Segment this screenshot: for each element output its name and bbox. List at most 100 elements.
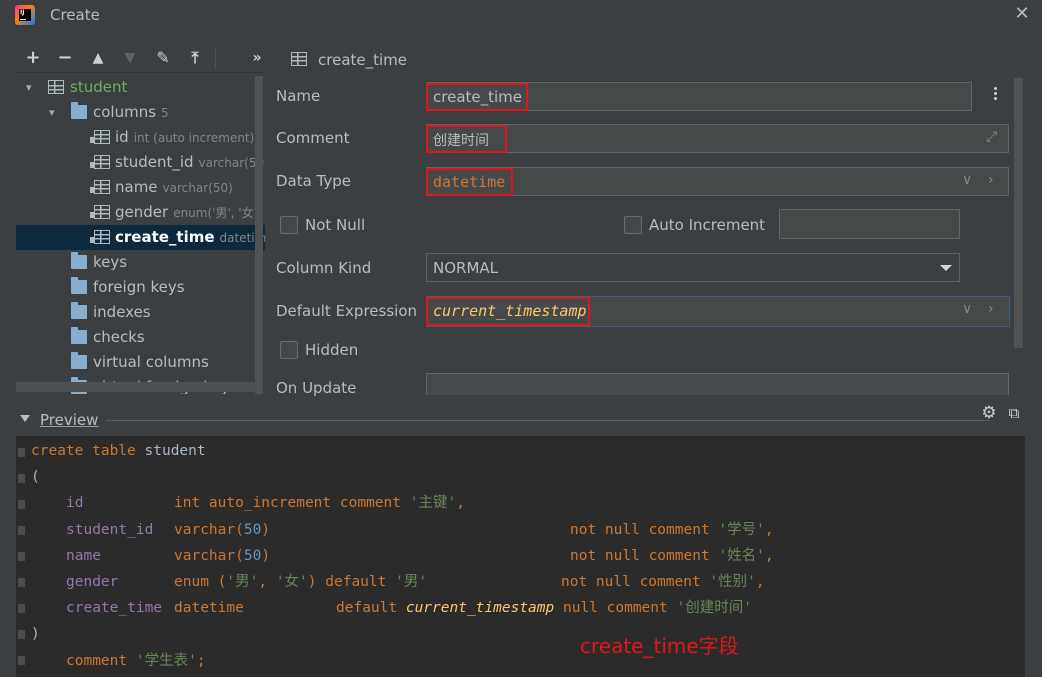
chevron-down-icon[interactable]: ∨ [962, 172, 972, 188]
tree-item-column-student-id[interactable]: student_id varchar(50) [16, 150, 265, 175]
remove-icon[interactable]: − [54, 47, 76, 69]
close-icon[interactable]: ✕ [1012, 3, 1032, 25]
highlight-box [426, 83, 528, 111]
code-line: ) [31, 626, 40, 642]
autoincrement-input[interactable] [779, 209, 960, 239]
code-line: datetime [174, 600, 244, 616]
intellij-icon: IJ [15, 5, 35, 25]
column-icon [90, 230, 110, 244]
tree-item-label: columns 5 [93, 103, 169, 121]
autoincrement-checkbox[interactable] [624, 216, 642, 234]
folder-icon [71, 252, 87, 269]
onupdate-input[interactable] [426, 373, 1009, 395]
fold-marker [18, 578, 25, 587]
tree-item-keys[interactable]: keys [16, 250, 265, 275]
folder-icon [71, 102, 87, 119]
gear-icon[interactable]: ⚙ [980, 404, 998, 422]
notnull-label: Not Null [305, 216, 366, 234]
more-options-icon[interactable] [990, 85, 1000, 107]
chevron-down-icon[interactable]: ∨ [962, 301, 972, 317]
hidden-label: Hidden [305, 341, 359, 359]
chevron-right-icon[interactable]: › [988, 172, 994, 188]
columnkind-label: Column Kind [276, 259, 372, 277]
fold-marker [18, 474, 25, 483]
tree-item-label: name varchar(50) [115, 178, 233, 196]
tree-item-label: id int (auto increment) [115, 128, 255, 146]
notnull-checkbox[interactable] [280, 216, 298, 234]
form-header-title: create_time [318, 51, 408, 69]
datatype-label: Data Type [276, 172, 352, 190]
form-vertical-scrollbar[interactable] [1014, 78, 1023, 348]
hidden-checkbox[interactable] [280, 341, 298, 359]
preview-header[interactable]: Preview [18, 408, 1028, 432]
collapse-triangle-icon[interactable] [20, 415, 30, 422]
add-icon[interactable]: + [22, 47, 44, 69]
code-line: enum ('男', '女') default '男' [174, 574, 428, 590]
tree-item-label: checks [93, 328, 145, 346]
folder-icon [71, 327, 87, 344]
code-line: not null comment '学号', [570, 522, 774, 538]
code-line: not null comment '姓名', [570, 548, 774, 564]
fold-marker [18, 552, 25, 561]
code-line: gender [66, 574, 119, 590]
code-line: student_id [66, 522, 154, 538]
tree-item-label: student_id varchar(50) [115, 153, 265, 171]
chevron-down-icon[interactable]: ▾ [49, 100, 55, 125]
code-line: ( [31, 469, 40, 485]
divider [106, 420, 990, 421]
dropdown-arrow-icon[interactable] [940, 265, 952, 271]
tree-item-label: virtual columns [93, 353, 209, 371]
highlight-box [426, 125, 507, 153]
tree-toolbar: + − ▲ ▼ ✎ ⤒ » [16, 43, 266, 73]
tree-item-column-create-time[interactable]: create_timedatetime [16, 225, 265, 250]
onupdate-label: On Update [276, 379, 357, 397]
column-icon [90, 205, 110, 219]
comment-input[interactable]: 创建时间 [426, 124, 1009, 153]
tree-item-label: student [70, 78, 128, 96]
edit-icon[interactable]: ✎ [152, 47, 174, 69]
tree-item-label: gender enum('男', '女') [115, 203, 262, 221]
code-line: default current_timestamp null comment '… [336, 600, 752, 616]
code-line: create table student [31, 443, 206, 459]
tree-item-virtual-columns[interactable]: virtual columns [16, 350, 265, 375]
fold-marker [18, 656, 25, 665]
push-icon[interactable]: ⤒ [184, 47, 206, 69]
tree-item-columns[interactable]: ▾ columns 5 [16, 100, 265, 125]
tree-item-column-id[interactable]: id int (auto increment) [16, 125, 265, 150]
move-down-icon[interactable]: ▼ [119, 47, 141, 69]
tree-item-checks[interactable]: checks [16, 325, 265, 350]
code-line: int auto_increment comment '主键', [174, 495, 465, 511]
preview-label[interactable]: Preview [40, 411, 98, 429]
column-icon [90, 180, 110, 194]
folder-icon [71, 302, 87, 319]
sql-preview[interactable]: create table student ( id int auto_incre… [16, 436, 1025, 677]
more-icon[interactable]: » [248, 47, 266, 69]
tree-item-label: create_timedatetime [115, 228, 265, 246]
tree-horizontal-scrollbar[interactable] [16, 382, 256, 392]
move-up-icon[interactable]: ▲ [87, 47, 109, 69]
defaultexpr-label: Default Expression [276, 302, 417, 320]
tree-item-label: foreign keys [93, 278, 185, 296]
tree-item-column-gender[interactable]: gender enum('男', '女') [16, 200, 265, 225]
tree-item-student[interactable]: ▾ student [16, 75, 265, 100]
code-line: varchar(50) [174, 522, 271, 538]
chevron-right-icon[interactable]: › [988, 301, 994, 317]
code-line: comment '学生表'; [66, 653, 206, 669]
tree-item-label: keys [93, 253, 128, 271]
autoincrement-label: Auto Increment [649, 216, 766, 234]
toolbar-separator [215, 47, 216, 69]
expand-icon[interactable]: ⤢ [986, 129, 1002, 145]
window-title: Create [50, 6, 100, 24]
tree-vertical-scrollbar[interactable] [255, 76, 263, 394]
chevron-down-icon[interactable]: ▾ [26, 75, 32, 100]
open-in-editor-icon[interactable]: ⧉ [1005, 404, 1023, 422]
tree-item-column-name[interactable]: name varchar(50) [16, 175, 265, 200]
tree-item-indexes[interactable]: indexes [16, 300, 265, 325]
tree-item-label: indexes [93, 303, 151, 321]
code-line: not null comment '性别', [561, 574, 765, 590]
fold-marker [18, 448, 25, 457]
datatype-input[interactable]: datetime ∨ › [426, 167, 1009, 196]
name-label: Name [276, 87, 321, 105]
columnkind-select[interactable]: NORMAL [426, 253, 960, 282]
tree-item-foreign-keys[interactable]: foreign keys [16, 275, 265, 300]
